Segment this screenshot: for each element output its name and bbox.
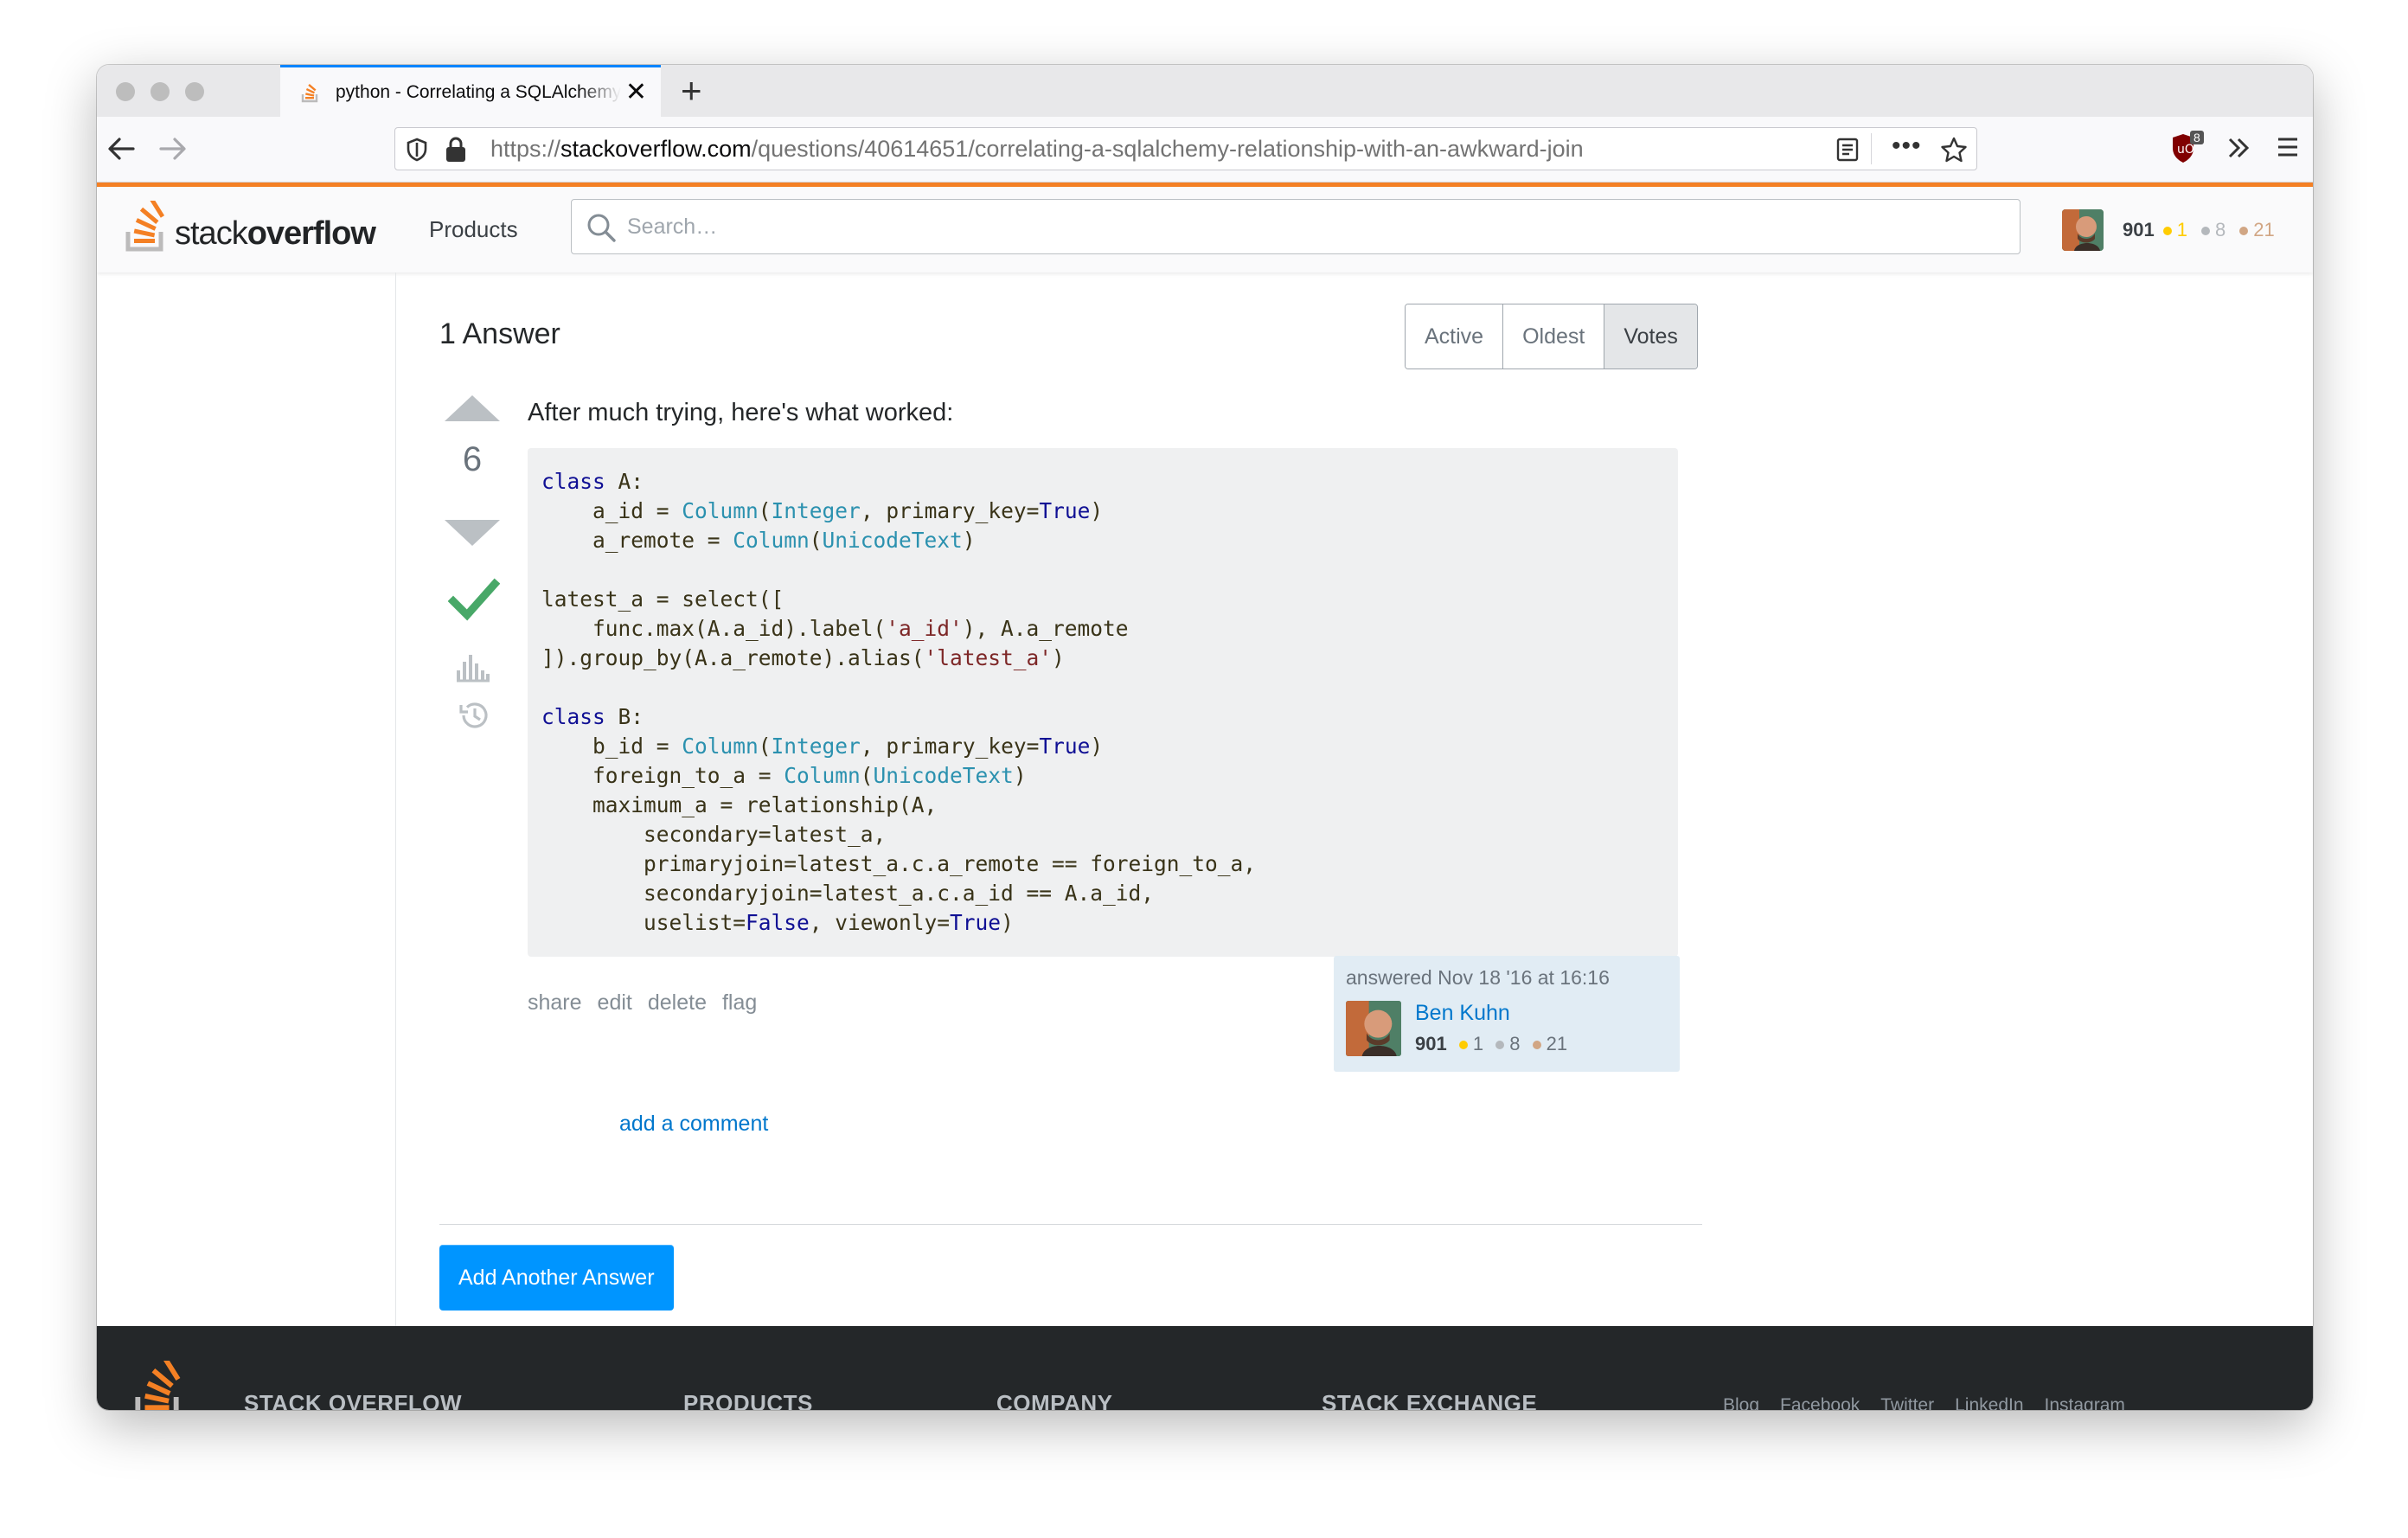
- footer-logo-icon[interactable]: [130, 1357, 190, 1410]
- site-header: stackoverflow Products Search… 901 1 8 2…: [97, 183, 2313, 272]
- add-another-answer-button[interactable]: Add Another Answer: [439, 1245, 674, 1311]
- footer-heading-company[interactable]: COMPANY: [996, 1390, 1112, 1410]
- author-name[interactable]: Ben Kuhn: [1415, 1001, 1567, 1026]
- checkmark-icon[interactable]: [447, 574, 501, 625]
- navigation-toolbar: https://stackoverflow.com/questions/4061…: [97, 117, 2313, 183]
- answer-text: After much trying, here's what worked:: [528, 399, 954, 426]
- overflow-chevron-icon[interactable]: [2225, 134, 2252, 167]
- stackoverflow-favicon-icon: [301, 82, 320, 103]
- footer-link-instagram[interactable]: Instagram: [2045, 1395, 2125, 1410]
- stackoverflow-wordmark: stackoverflow: [175, 215, 376, 252]
- author-reputation: 901: [1415, 1033, 1447, 1054]
- reader-icon[interactable]: [1835, 137, 1860, 167]
- user-card[interactable]: 901 1 8 21: [2062, 209, 2275, 251]
- tab-active[interactable]: Active: [1406, 304, 1504, 368]
- search-icon: [586, 212, 617, 247]
- avatar[interactable]: [2062, 209, 2104, 251]
- search-field[interactable]: Search…: [571, 199, 2021, 254]
- zoom-window-button[interactable]: [185, 82, 204, 101]
- url-text[interactable]: https://stackoverflow.com/questions/4061…: [490, 136, 1584, 163]
- lock-icon[interactable]: [444, 136, 468, 168]
- footer-link-linkedin[interactable]: LinkedIn: [1955, 1395, 2023, 1410]
- tab-oldest[interactable]: Oldest: [1503, 304, 1605, 368]
- sort-tabs: Active Oldest Votes: [1405, 304, 1698, 369]
- close-window-button[interactable]: [116, 82, 135, 101]
- flag-link[interactable]: flag: [722, 990, 757, 1016]
- answered-timestamp[interactable]: answered Nov 18 '16 at 16:16: [1346, 966, 1668, 990]
- star-icon[interactable]: [1940, 136, 1968, 168]
- user-signature: answered Nov 18 '16 at 16:16 Ben Kuhn 90…: [1334, 956, 1680, 1072]
- shield-icon[interactable]: [404, 137, 430, 167]
- footer-heading-products[interactable]: PRODUCTS: [683, 1390, 813, 1410]
- downvote-button[interactable]: [445, 520, 500, 546]
- bronze-badge-count: 21: [1532, 1033, 1567, 1054]
- minimize-window-button[interactable]: [150, 82, 170, 101]
- silver-badge-count: 8: [1495, 1033, 1520, 1054]
- footer-link-facebook[interactable]: Facebook: [1780, 1395, 1860, 1410]
- edit-link[interactable]: edit: [598, 990, 632, 1016]
- author-flair: 901 1 8 21: [1415, 1033, 1567, 1055]
- avatar[interactable]: [1346, 1001, 1401, 1056]
- post-menu: share edit delete flag: [528, 990, 757, 1016]
- stackoverflow-logo[interactable]: stackoverflow: [125, 201, 376, 253]
- footer-heading-stack-exchange[interactable]: STACK EXCHANGE: [1322, 1390, 1537, 1410]
- url-bar[interactable]: https://stackoverflow.com/questions/4061…: [394, 127, 1977, 170]
- vote-count: 6: [462, 440, 483, 478]
- hamburger-icon[interactable]: [2275, 134, 2301, 165]
- footer-social-links: Blog Facebook Twitter LinkedIn Instagram: [1723, 1395, 2125, 1410]
- footer-heading-stack-overflow[interactable]: STACK OVERFLOW: [244, 1390, 462, 1410]
- silver-badge-count: 8: [2200, 219, 2225, 241]
- stackoverflow-logo-icon: [125, 201, 165, 252]
- divider: [439, 1224, 1702, 1225]
- answers-header: 1 Answer Active Oldest Votes: [439, 304, 1702, 373]
- back-arrow-icon[interactable]: [106, 134, 137, 169]
- gold-badge-count: 1: [1458, 1033, 1483, 1054]
- tab-strip: python - Correlating a SQLAlchemy relati…: [97, 65, 2313, 117]
- bronze-badge-count: 21: [2239, 219, 2275, 241]
- answer-author: Ben Kuhn 901 1 8 21: [1346, 1001, 1567, 1056]
- footer-link-blog[interactable]: Blog: [1723, 1395, 1759, 1410]
- history-icon[interactable]: [457, 698, 491, 733]
- tab-title: python - Correlating a SQLAlchemy relati…: [336, 81, 621, 102]
- browser-tab[interactable]: python - Correlating a SQLAlchemy relati…: [280, 65, 661, 117]
- add-comment-link[interactable]: add a comment: [619, 1112, 768, 1137]
- new-tab-icon[interactable]: +: [681, 73, 702, 109]
- ublock-badge: 8: [2190, 131, 2204, 144]
- code-block[interactable]: class A: a_id = Column(Integer, primary_…: [528, 448, 1678, 957]
- user-reputation: 901: [2123, 219, 2155, 240]
- svg-text:uO: uO: [2177, 143, 2194, 157]
- browser-window: python - Correlating a SQLAlchemy relati…: [97, 65, 2313, 1410]
- left-sidebar: [97, 272, 396, 1393]
- products-menu[interactable]: Products: [429, 216, 518, 243]
- urlbar-separator: [1871, 133, 1872, 164]
- tab-votes[interactable]: Votes: [1604, 304, 1697, 368]
- gold-badge-count: 1: [2162, 219, 2187, 241]
- forward-arrow-icon[interactable]: [157, 134, 189, 169]
- ublock-icon[interactable]: uO 8: [2169, 131, 2207, 171]
- site-footer: STACK OVERFLOW PRODUCTS COMPANY STACK EX…: [97, 1326, 2313, 1410]
- answer-post: After much trying, here's what worked: c…: [528, 394, 1680, 1136]
- answers-count: 1 Answer: [439, 317, 560, 350]
- upvote-button[interactable]: [445, 395, 500, 421]
- delete-link[interactable]: delete: [648, 990, 707, 1016]
- tab-close-icon[interactable]: ✕: [625, 80, 647, 106]
- author-details: Ben Kuhn 901 1 8 21: [1415, 1001, 1567, 1056]
- more-icon[interactable]: •••: [1892, 131, 1922, 161]
- search-placeholder: Search…: [627, 214, 718, 239]
- footer-link-twitter[interactable]: Twitter: [1880, 1395, 1934, 1410]
- bounty-icon[interactable]: [455, 651, 491, 682]
- share-link[interactable]: share: [528, 990, 582, 1016]
